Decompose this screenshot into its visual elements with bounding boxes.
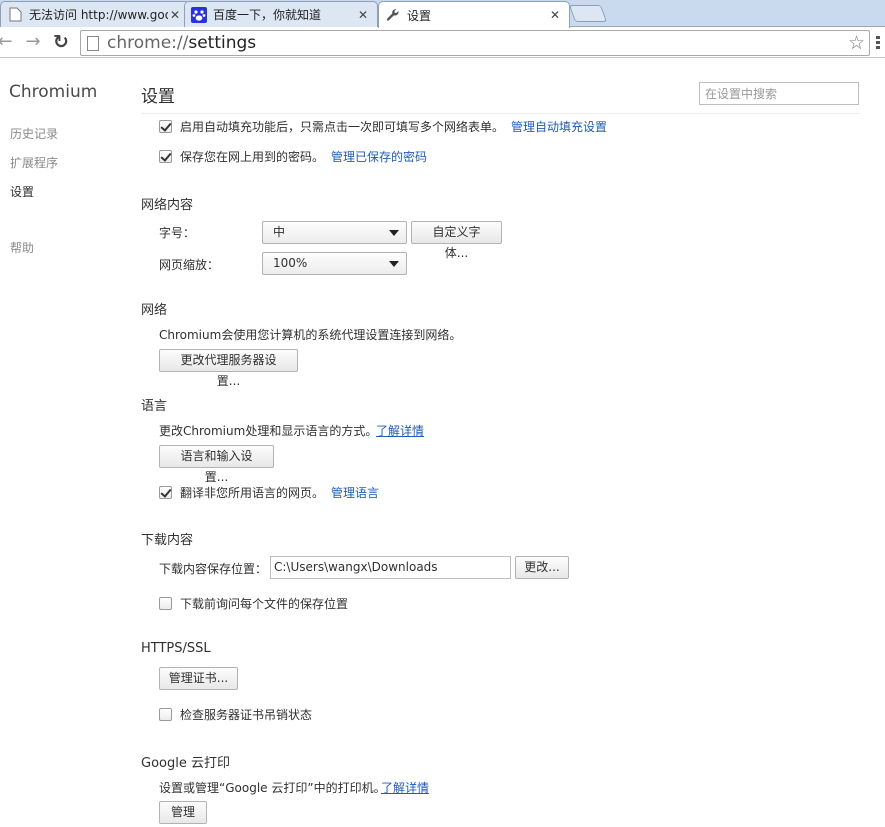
custom-fonts-button[interactable]: 自定义字体...: [411, 221, 502, 260]
page-zoom-value: 100%: [273, 256, 308, 270]
manage-cloud-print-button[interactable]: 管理: [159, 801, 207, 824]
download-location-label: 下载内容保存位置：: [159, 562, 268, 576]
font-size-label: 字号：: [159, 226, 196, 240]
page-zoom-select[interactable]: 100%: [262, 252, 407, 275]
check-revocation-label: 检查服务器证书吊销状态: [180, 708, 313, 722]
sidebar-item-history[interactable]: 历史记录: [10, 125, 58, 142]
sidebar-item-help[interactable]: 帮助: [10, 239, 34, 256]
wrench-icon: [385, 7, 401, 23]
close-icon[interactable]: ✕: [168, 8, 182, 22]
page-icon: [7, 7, 23, 23]
toolbar: ← → ↻ chrome://settings ☆: [0, 28, 885, 58]
save-password-checkbox[interactable]: [159, 150, 172, 163]
cloud-print-learn-more-link[interactable]: 了解详情: [381, 779, 429, 796]
manage-passwords-link[interactable]: 管理已保存的密码: [331, 148, 427, 165]
languages-title: 语言: [141, 399, 168, 414]
address-bar[interactable]: chrome://settings ☆: [80, 30, 870, 56]
forward-arrow-icon[interactable]: →: [22, 31, 44, 53]
ask-download-location-checkbox[interactable]: [159, 597, 172, 610]
save-password-label: 保存您在网上用到的密码。: [180, 150, 325, 164]
manage-autofill-link[interactable]: 管理自动填充设置: [511, 118, 607, 135]
tab-title: 无法访问 http://www.goo: [29, 8, 168, 22]
change-download-location-button[interactable]: 更改...: [515, 556, 569, 579]
web-content-title: 网络内容: [141, 198, 194, 213]
close-icon[interactable]: ✕: [548, 8, 562, 22]
back-arrow-icon[interactable]: ←: [0, 31, 16, 53]
ask-download-location-label: 下载前询问每个文件的保存位置: [180, 597, 349, 611]
autofill-label: 启用自动填充功能后，只需点击一次即可填写多个网络表单。: [180, 120, 505, 134]
tab-title: 百度一下，你就知道: [213, 8, 322, 22]
sidebar-item-extensions[interactable]: 扩展程序: [10, 154, 58, 171]
brand-title: Chromium: [9, 82, 98, 102]
cloud-print-title: Google 云打印: [141, 756, 230, 771]
dropdown-arrow-icon: [389, 261, 399, 267]
menu-icon[interactable]: [876, 36, 881, 51]
page-title: 设置: [141, 87, 175, 107]
search-input[interactable]: [699, 82, 859, 105]
tab-title: 设置: [407, 8, 432, 23]
new-tab-button[interactable]: [568, 5, 608, 22]
autofill-checkbox[interactable]: [159, 120, 172, 133]
translate-checkbox[interactable]: [159, 486, 172, 499]
tab-unreachable[interactable]: 无法访问 http://www.goo ✕: [0, 1, 190, 27]
page-zoom-label: 网页缩放：: [159, 258, 220, 272]
baidu-paw-icon: [191, 6, 207, 23]
tab-strip: 无法访问 http://www.goo ✕ 百度一下，你就知道 ✕ 设置 ✕: [0, 0, 885, 28]
download-location-field[interactable]: C:\Users\wangx\Downloads: [270, 556, 511, 579]
https-ssl-title: HTTPS/SSL: [141, 641, 211, 656]
check-revocation-checkbox[interactable]: [159, 708, 172, 721]
reload-icon[interactable]: ↻: [50, 31, 72, 53]
dropdown-arrow-icon: [389, 230, 399, 236]
page-icon: [87, 36, 99, 51]
network-description: Chromium会使用您计算机的系统代理设置连接到网络。: [159, 328, 462, 342]
downloads-title: 下载内容: [141, 533, 194, 548]
sidebar-item-settings[interactable]: 设置: [10, 183, 34, 200]
manage-certificates-button[interactable]: 管理证书...: [159, 667, 238, 690]
url-text: chrome://settings: [107, 33, 257, 53]
languages-learn-more-link[interactable]: 了解详情: [376, 422, 424, 439]
tab-settings[interactable]: 设置 ✕: [378, 1, 570, 28]
cloud-print-description: 设置或管理“Google 云打印”中的打印机。: [159, 781, 386, 795]
header-divider: [141, 113, 860, 114]
network-title: 网络: [141, 303, 168, 318]
manage-languages-link[interactable]: 管理语言: [331, 484, 379, 501]
language-settings-button[interactable]: 语言和输入设置...: [159, 445, 274, 484]
languages-description: 更改Chromium处理和显示语言的方式。: [159, 424, 378, 438]
close-icon[interactable]: ✕: [356, 8, 370, 22]
font-size-value: 中: [273, 225, 286, 239]
bookmark-star-icon[interactable]: ☆: [848, 31, 865, 55]
proxy-settings-button[interactable]: 更改代理服务器设置...: [159, 349, 298, 388]
font-size-select[interactable]: 中: [262, 221, 407, 244]
translate-label: 翻译非您所用语言的网页。: [180, 486, 325, 500]
tab-baidu[interactable]: 百度一下，你就知道 ✕: [184, 1, 378, 27]
